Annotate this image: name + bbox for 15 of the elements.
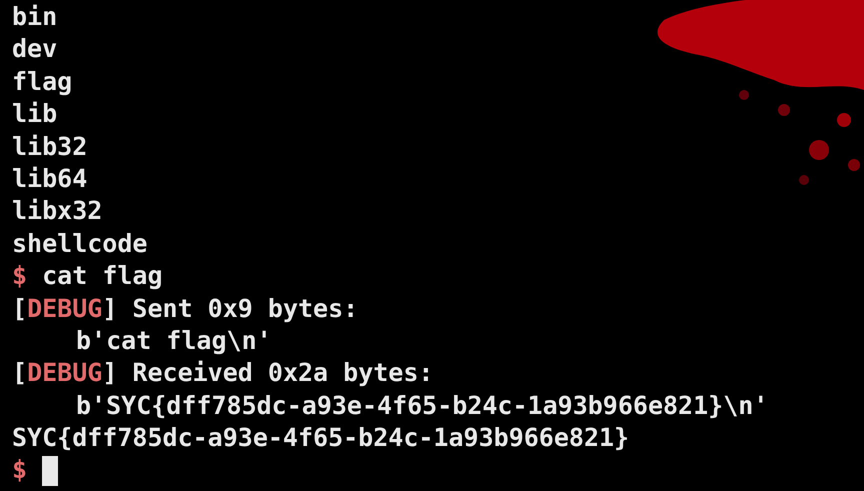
output-line: bin: [12, 1, 58, 33]
prompt-symbol: $: [12, 454, 28, 486]
debug-line: [DEBUG] Sent 0x9 bytes:: [12, 292, 358, 325]
output-line: libx32: [12, 195, 102, 228]
output-line: lib64: [12, 162, 88, 195]
output-line: flag: [12, 66, 72, 98]
output-line: shellcode: [12, 228, 148, 260]
output-line: dev: [12, 33, 58, 66]
output-line: SYC{dff785dc-a93e-4f65-b24c-1a93b966e821}: [12, 422, 630, 454]
debug-line: [DEBUG] Received 0x2a bytes:: [12, 357, 434, 390]
output-line: b'SYC{dff785dc-a93e-4f65-b24c-1a93b966e821}\n': [76, 390, 768, 422]
command-line: $ cat flag: [12, 260, 163, 292]
output-line: lib32: [12, 130, 88, 163]
output-line: b'cat flag\n': [76, 324, 272, 357]
output-line: lib: [12, 98, 58, 130]
